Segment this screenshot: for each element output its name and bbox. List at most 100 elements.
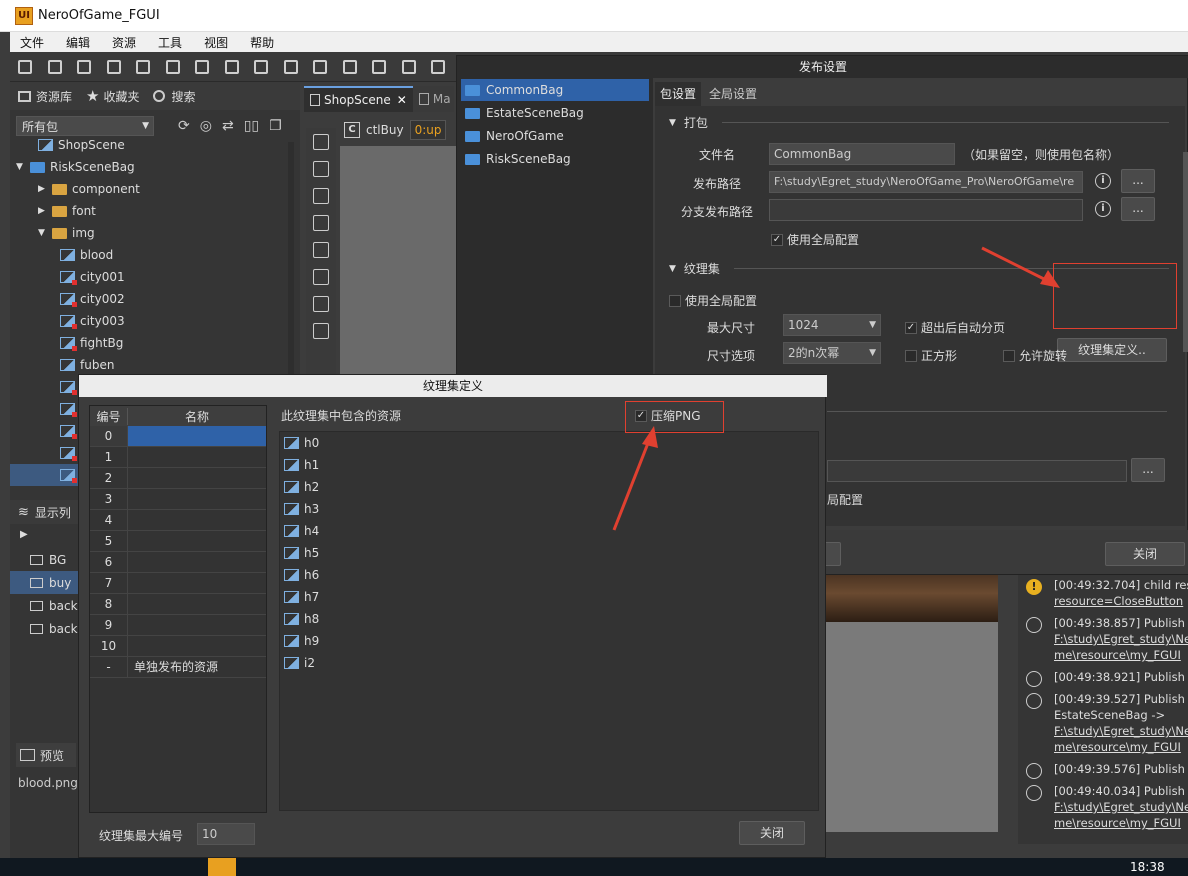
expand-arrow-icon[interactable]: ▶ xyxy=(38,184,52,194)
atlas-define-button[interactable]: 纹理集定义.. xyxy=(1057,338,1167,362)
atlas-row-standalone[interactable]: - 单独发布的资源 xyxy=(90,657,266,678)
atlas-row[interactable]: 1 xyxy=(90,447,266,468)
browse-extra-button[interactable]: ... xyxy=(1131,458,1165,482)
package-list-item[interactable]: NeroOfGame xyxy=(461,125,649,147)
package-list-item[interactable]: RiskSceneBag xyxy=(461,148,649,170)
asset-item[interactable]: h7 xyxy=(280,586,818,608)
text-icon[interactable] xyxy=(224,60,239,74)
asset-item[interactable]: h2 xyxy=(280,476,818,498)
tab-favorites[interactable]: ★ 收藏夹 xyxy=(86,87,139,105)
group-icon[interactable] xyxy=(313,323,329,339)
tree-item[interactable]: fightBg xyxy=(10,332,290,354)
publish-close-button[interactable]: 关闭 xyxy=(1105,542,1185,566)
info-icon[interactable]: i xyxy=(1095,173,1111,189)
sync-icon[interactable]: ⇄ xyxy=(222,118,234,134)
package-list-item[interactable]: CommonBag xyxy=(461,79,649,101)
more-icon[interactable] xyxy=(431,60,445,74)
new-package-icon[interactable] xyxy=(18,60,32,74)
display-list-item[interactable]: buy xyxy=(10,571,80,594)
tab-package-settings[interactable]: 包设置 xyxy=(655,82,702,106)
export-icon[interactable] xyxy=(342,60,357,74)
atlas-row[interactable]: 6 xyxy=(90,552,266,573)
menu-item[interactable]: 视图 xyxy=(194,34,240,51)
tree-item[interactable]: ▶ font xyxy=(10,200,290,222)
asset-item[interactable]: h4 xyxy=(280,520,818,542)
max-number-input[interactable]: 10 xyxy=(197,823,255,845)
branch-path-input[interactable] xyxy=(769,199,1083,221)
progress-icon[interactable] xyxy=(165,60,180,74)
text-tool-icon[interactable] xyxy=(313,188,329,204)
tab-shopscene[interactable]: ShopScene ✕ xyxy=(304,86,413,112)
rich-text-icon[interactable] xyxy=(313,215,329,231)
extra-path-input[interactable] xyxy=(827,460,1127,482)
asset-item[interactable]: h9 xyxy=(280,630,818,652)
expand-arrow-icon[interactable]: ▶ xyxy=(38,206,52,216)
menu-item[interactable]: 资源 xyxy=(102,34,148,51)
asset-item[interactable]: h5 xyxy=(280,542,818,564)
list-icon[interactable] xyxy=(313,269,329,285)
pointer-icon[interactable] xyxy=(313,134,329,150)
tab-next-scene[interactable]: Ma xyxy=(413,92,451,106)
right-scrollbar[interactable] xyxy=(1183,152,1188,352)
tree-item[interactable]: ▼ img xyxy=(10,222,290,244)
atlas-row[interactable]: 2 xyxy=(90,468,266,489)
browse-branch-button[interactable]: ... xyxy=(1121,197,1155,221)
info-icon[interactable]: i xyxy=(1095,201,1111,217)
asset-item[interactable]: h8 xyxy=(280,608,818,630)
controller-state[interactable]: 0:up xyxy=(409,120,447,140)
tree-item[interactable]: ▼ RiskSceneBag xyxy=(10,156,290,178)
use-global-checkbox[interactable]: ✓ 使用全局配置 xyxy=(771,231,859,248)
publish-all-icon[interactable] xyxy=(401,60,416,74)
columns-icon[interactable]: ▯▯ xyxy=(244,118,259,134)
collapse-arrow-icon[interactable]: ▼ xyxy=(16,162,30,172)
atlas-row[interactable]: 9 xyxy=(90,615,266,636)
button-icon[interactable] xyxy=(106,60,121,74)
publish-icon[interactable] xyxy=(372,60,386,74)
tab-library[interactable]: 资源库 xyxy=(18,88,72,105)
atlas-close-button[interactable]: 关闭 xyxy=(739,821,805,845)
copy-icon[interactable]: ❐ xyxy=(269,118,282,134)
tree-item[interactable]: ▶ component xyxy=(10,178,290,200)
tree-item[interactable]: blood xyxy=(10,244,290,266)
asset-item[interactable]: i2 xyxy=(280,652,818,674)
atlas-row[interactable]: 7 xyxy=(90,573,266,594)
auto-split-checkbox[interactable]: ✓ 超出后自动分页 xyxy=(905,319,1005,336)
menu-item[interactable]: 工具 xyxy=(148,34,194,51)
asset-item[interactable]: h1 xyxy=(280,454,818,476)
tree-item[interactable]: city002 xyxy=(10,288,290,310)
taskbar-app-icon[interactable] xyxy=(208,858,236,876)
display-list-item[interactable]: back xyxy=(10,594,80,617)
tab-search[interactable]: 搜索 xyxy=(153,88,196,105)
locate-icon[interactable]: ◎ xyxy=(200,118,212,134)
combo-icon[interactable] xyxy=(136,60,150,74)
tree-item[interactable]: ShopScene xyxy=(10,134,290,156)
slider-icon[interactable] xyxy=(195,60,209,74)
rotate-checkbox[interactable]: 允许旋转 xyxy=(1003,347,1067,364)
pack-section-header[interactable]: ▼ 打包 xyxy=(669,114,1169,131)
tree-item[interactable]: city001 xyxy=(10,266,290,288)
new-file-icon[interactable] xyxy=(47,60,62,74)
tree-item[interactable]: city003 xyxy=(10,310,290,332)
close-icon[interactable]: ✕ xyxy=(397,93,407,107)
atlas-row[interactable]: 3 xyxy=(90,489,266,510)
bookmark-icon[interactable] xyxy=(77,60,91,74)
hand-icon[interactable] xyxy=(313,161,329,177)
collapse-arrow-icon[interactable]: ▼ xyxy=(38,228,52,238)
package-filter[interactable]: 所有包 ▼ xyxy=(16,116,154,136)
atlas-row[interactable]: 0 xyxy=(90,426,266,447)
tab-global-settings[interactable]: 全局设置 xyxy=(701,82,765,106)
square-checkbox[interactable]: 正方形 xyxy=(905,347,957,364)
image-tool-icon[interactable] xyxy=(313,296,329,312)
publish-path-input[interactable]: F:\study\Egret_study\NeroOfGame_Pro\Nero… xyxy=(769,171,1083,193)
asset-item[interactable]: h6 xyxy=(280,564,818,586)
display-list-item[interactable]: back xyxy=(10,617,80,640)
tree-item[interactable]: fuben xyxy=(10,354,290,376)
max-size-select[interactable]: 1024 ▼ xyxy=(783,314,881,336)
atlas-row[interactable]: 5 xyxy=(90,531,266,552)
browse-path-button[interactable]: ... xyxy=(1121,169,1155,193)
component-icon[interactable] xyxy=(313,242,329,258)
asset-item[interactable]: h0 xyxy=(280,432,818,454)
import-icon[interactable] xyxy=(283,60,298,74)
menu-item[interactable]: 文件 xyxy=(10,34,56,51)
size-option-select[interactable]: 2的n次幂 ▼ xyxy=(783,342,881,364)
